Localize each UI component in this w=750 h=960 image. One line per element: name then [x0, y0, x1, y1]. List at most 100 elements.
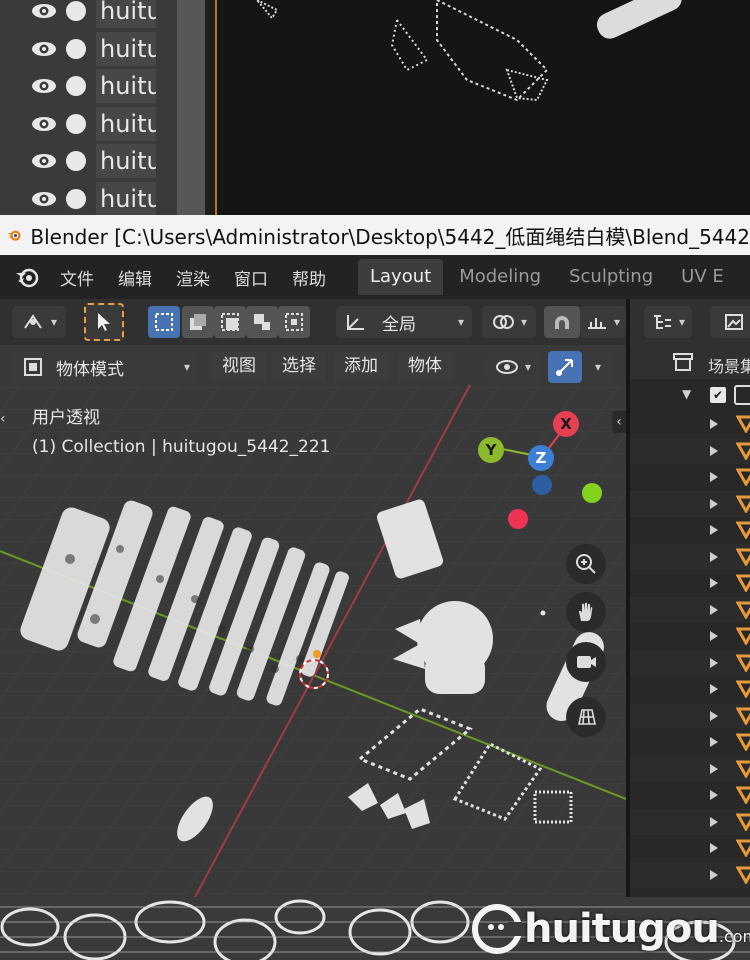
camera-visibility-icon[interactable] — [66, 76, 86, 96]
outliner-object-row[interactable] — [630, 702, 750, 729]
outliner-object-row[interactable] — [630, 755, 750, 782]
select-mode-invert-button[interactable] — [246, 306, 278, 338]
expand-arrow-icon[interactable] — [710, 525, 718, 535]
ortho-toggle-button[interactable] — [566, 697, 606, 737]
expand-arrow-icon[interactable] — [710, 763, 718, 774]
interaction-mode-dropdown[interactable]: 物体模式 ▾ — [12, 351, 198, 383]
expand-arrow-icon[interactable] — [710, 419, 718, 429]
viewport-menu-select[interactable]: 选择 — [272, 351, 326, 381]
top-outliner-row[interactable]: huitu — [30, 106, 156, 142]
gizmo-neg-y-axis[interactable] — [582, 483, 602, 503]
tab-sculpting[interactable]: Sculpting — [557, 259, 665, 295]
expand-arrow-icon[interactable] — [710, 710, 718, 721]
expand-arrow-icon[interactable] — [710, 657, 718, 668]
filter-dropdown[interactable] — [710, 306, 750, 338]
3d-viewport[interactable]: ▾ 全局 ▾ ▾ ▾ 物体模式 ▾ 视图 选择 添加 物体 ▾ ▾ ‹ ‹ 用户… — [0, 299, 626, 897]
top-outliner-row[interactable]: huitu — [30, 68, 156, 104]
outliner-object-row[interactable] — [630, 649, 750, 676]
top-outliner-row[interactable]: huitu — [30, 31, 156, 67]
menu-window[interactable]: 窗口 — [222, 265, 280, 290]
collection-row[interactable]: ▼ ✔ — [630, 383, 750, 409]
toolbar-expand-arrow[interactable]: ‹ — [0, 411, 10, 433]
snap-toggle[interactable] — [544, 306, 580, 338]
expand-arrow-icon[interactable] — [710, 843, 718, 853]
outliner-object-row[interactable] — [630, 517, 750, 543]
collection-checkbox[interactable]: ✔ — [710, 387, 726, 403]
outliner-object-row[interactable] — [630, 596, 750, 623]
outliner-object-row[interactable] — [630, 676, 750, 702]
expand-arrow-icon[interactable] — [710, 816, 718, 827]
camera-visibility-icon[interactable] — [66, 38, 86, 59]
expand-arrow-icon[interactable] — [710, 737, 718, 747]
expand-arrow-icon[interactable] — [710, 790, 718, 800]
outliner-object-row[interactable] — [630, 782, 750, 808]
select-mode-intersect-button[interactable] — [278, 306, 310, 338]
transform-pivot-dropdown[interactable]: ▾ — [12, 306, 66, 338]
expand-arrow-icon[interactable] — [710, 631, 718, 641]
outliner-object-row[interactable] — [630, 411, 750, 437]
display-mode-dropdown[interactable]: ▾ — [644, 306, 692, 338]
camera-visibility-icon[interactable] — [66, 113, 86, 134]
expand-arrow-icon[interactable] — [710, 472, 718, 482]
collapse-arrow-icon[interactable]: ▼ — [682, 387, 691, 401]
outliner-object-row[interactable] — [630, 490, 750, 517]
gizmo-neg-z-axis[interactable] — [532, 475, 552, 495]
select-mode-extend-button[interactable] — [182, 306, 214, 338]
top-outliner-row[interactable]: huitu — [30, 181, 156, 215]
eye-icon[interactable] — [30, 114, 58, 134]
blender-menu-icon[interactable] — [14, 264, 40, 290]
sidebar-expand-arrow[interactable]: ‹ — [612, 411, 626, 433]
outliner-object-row[interactable] — [630, 437, 750, 464]
expand-arrow-icon[interactable] — [710, 498, 718, 509]
gizmo-x-axis[interactable]: X — [553, 411, 579, 437]
visibility-dropdown[interactable]: ▾ — [486, 351, 540, 383]
eye-icon[interactable] — [30, 1, 58, 21]
expand-arrow-icon[interactable] — [710, 578, 718, 588]
gizmo-options-dropdown[interactable]: ▾ — [582, 351, 614, 383]
pan-button[interactable] — [566, 592, 606, 632]
select-mode-new-button[interactable] — [148, 306, 180, 338]
select-tool-button[interactable] — [84, 303, 124, 341]
top-outliner-scrollbar[interactable] — [177, 0, 205, 215]
transform-orientation-dropdown[interactable]: 全局 ▾ — [336, 306, 472, 338]
snap-options-dropdown[interactable]: ▾ — [580, 306, 626, 338]
outliner-object-row[interactable] — [630, 570, 750, 596]
expand-arrow-icon[interactable] — [710, 551, 718, 562]
gizmo-neg-x-axis[interactable] — [508, 509, 528, 529]
expand-arrow-icon[interactable] — [710, 684, 718, 694]
menu-file[interactable]: 文件 — [48, 265, 106, 290]
outliner-object-row[interactable] — [630, 543, 750, 570]
outliner-object-row[interactable] — [630, 861, 750, 888]
outliner-object-row[interactable] — [630, 729, 750, 755]
eye-icon[interactable] — [30, 189, 58, 209]
tab-uv-editing[interactable]: UV E — [669, 259, 736, 295]
outliner-object-row[interactable] — [630, 464, 750, 490]
camera-visibility-icon[interactable] — [66, 188, 86, 209]
gizmo-y-axis[interactable]: Y — [478, 437, 504, 463]
outliner-object-row[interactable] — [630, 835, 750, 861]
camera-visibility-icon[interactable] — [66, 1, 86, 21]
eye-icon[interactable] — [30, 39, 58, 59]
viewport-menu-object[interactable]: 物体 — [398, 351, 452, 381]
expand-arrow-icon[interactable] — [710, 869, 718, 880]
eye-icon[interactable] — [30, 76, 58, 96]
outliner-object-row[interactable] — [630, 623, 750, 649]
outliner-object-row[interactable] — [630, 808, 750, 835]
pivot-point-dropdown[interactable]: ▾ — [482, 306, 536, 338]
scene-collection-row[interactable]: 场景集 — [630, 345, 750, 379]
expand-arrow-icon[interactable] — [710, 445, 718, 456]
zoom-button[interactable] — [566, 544, 606, 584]
gizmo-z-axis[interactable]: Z — [528, 445, 554, 471]
gizmo-toggle[interactable] — [548, 351, 582, 383]
select-mode-subtract-button[interactable] — [214, 306, 246, 338]
camera-visibility-icon[interactable] — [66, 151, 86, 171]
viewport-menu-view[interactable]: 视图 — [212, 351, 266, 381]
eye-icon[interactable] — [30, 151, 58, 171]
top-outliner-row[interactable]: huitu — [30, 0, 156, 29]
menu-edit[interactable]: 编辑 — [106, 265, 164, 290]
expand-arrow-icon[interactable] — [710, 604, 718, 615]
tab-layout[interactable]: Layout — [358, 259, 444, 295]
viewport-menu-add[interactable]: 添加 — [334, 351, 388, 381]
menu-help[interactable]: 帮助 — [280, 265, 338, 290]
camera-view-button[interactable] — [566, 642, 606, 682]
